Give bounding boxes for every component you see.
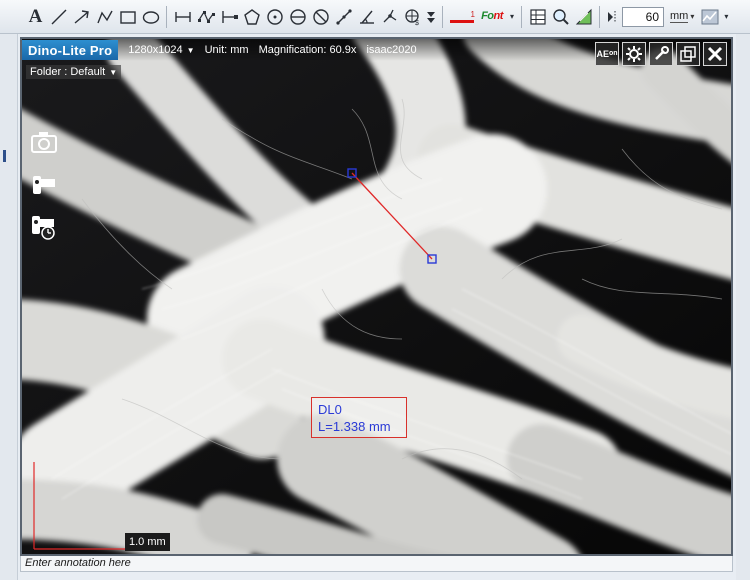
folder-dropdown[interactable]: Folder : Default ▼ — [26, 65, 122, 79]
image-viewer[interactable]: Dino-Lite Pro 1280x1024 ▼ Unit: mm Magni… — [20, 37, 733, 556]
line-width-control[interactable]: 1 — [447, 4, 477, 30]
more-arrow-icon[interactable]: ▾ — [721, 4, 731, 30]
resolution-dropdown[interactable]: 1280x1024 ▼ — [128, 44, 194, 56]
timelapse-icon — [32, 216, 55, 240]
scale-bar-label: 1.0 mm — [125, 533, 170, 551]
right-panel-edge — [736, 34, 750, 580]
folder-label: Folder : Default — [30, 66, 106, 78]
settings-gear-button[interactable] — [622, 42, 646, 66]
chevron-down-icon: ▾ — [690, 12, 695, 21]
export-tool-icon[interactable]: $ — [401, 4, 424, 30]
annotation-input[interactable]: Enter annotation here — [20, 556, 733, 572]
magnifier-icon[interactable] — [549, 4, 572, 30]
wrench-icon — [655, 46, 669, 60]
camera-icon — [31, 132, 57, 153]
circle-tool-icon[interactable] — [263, 4, 286, 30]
toolbar-separator — [521, 5, 522, 28]
toolbar: A $ 1 Fo nt ▾ 60 mm ▾ ▾ — [0, 0, 750, 34]
angle-tool-icon[interactable] — [332, 4, 355, 30]
wrench-button[interactable] — [649, 42, 673, 66]
zoom-ruler-icon — [604, 4, 620, 30]
text-tool-icon[interactable]: A — [24, 4, 47, 30]
toolbar-separator — [166, 5, 167, 28]
gear-icon — [626, 46, 642, 62]
restore-window-icon — [680, 46, 696, 62]
red-line-icon — [450, 19, 474, 23]
connected-line-tool-icon[interactable] — [217, 4, 240, 30]
line-width-value: 1 — [470, 9, 475, 19]
zoom-input[interactable]: 60 — [622, 6, 664, 27]
font-button[interactable]: Fo nt — [477, 4, 507, 30]
video-camera-icon — [33, 176, 55, 194]
arc-tool-icon[interactable] — [309, 4, 332, 30]
polyline-tool-icon[interactable] — [93, 4, 116, 30]
panel-marker — [3, 150, 6, 162]
restore-window-button[interactable] — [676, 42, 700, 66]
timelapse-button[interactable] — [28, 211, 60, 241]
unit-dropdown[interactable]: mm ▾ — [670, 10, 694, 23]
download-arrow-icon[interactable] — [424, 4, 438, 30]
viewer-control-buttons: AE on — [595, 42, 727, 66]
left-panel-edge — [0, 34, 18, 580]
auto-exposure-button[interactable]: AE on — [595, 42, 619, 66]
font-label-part1: Fo — [481, 10, 494, 22]
font-label-part2: nt — [493, 10, 504, 22]
multi-point-tool-icon[interactable] — [194, 4, 217, 30]
center-tool-icon[interactable] — [378, 4, 401, 30]
toolbar-separator — [442, 5, 443, 28]
chart-graph-icon[interactable] — [698, 4, 721, 30]
capture-tools — [28, 127, 60, 241]
unit-info: Unit: mm — [204, 44, 249, 56]
arrow-tool-icon[interactable] — [70, 4, 93, 30]
magnification-info: Magnification: 60.9x — [258, 44, 357, 56]
close-icon — [707, 46, 723, 62]
diameter-circle-tool-icon[interactable] — [286, 4, 309, 30]
rectangle-tool-icon[interactable] — [116, 4, 139, 30]
brand-label: Dino-Lite Pro — [22, 40, 119, 60]
four-point-angle-tool-icon[interactable] — [355, 4, 378, 30]
chevron-down-icon: ▼ — [109, 67, 118, 77]
polygon-tool-icon[interactable] — [240, 4, 263, 30]
chevron-down-icon: ▼ — [186, 45, 195, 55]
ellipse-tool-icon[interactable] — [139, 4, 162, 30]
measurement-name: DL0 — [318, 402, 342, 417]
video-record-button[interactable] — [28, 169, 60, 199]
unit-label: mm — [670, 10, 689, 23]
ae-label-top: AE — [596, 49, 609, 59]
measurement-length: L=1.338 mm — [318, 419, 391, 434]
table-icon[interactable] — [526, 4, 549, 30]
resolution-value: 1280x1024 — [128, 44, 183, 56]
svg-text:$: $ — [415, 20, 419, 27]
ae-label-bottom: on — [608, 50, 618, 57]
user-label: isaac2020 — [366, 44, 417, 56]
close-button[interactable] — [703, 42, 727, 66]
more-arrow-icon[interactable]: ▾ — [507, 4, 517, 30]
microscope-image — [22, 39, 731, 554]
camera-capture-button[interactable] — [28, 127, 60, 157]
calibration-icon[interactable] — [572, 4, 595, 30]
measurement-label[interactable]: DL0 L=1.338 mm — [311, 397, 407, 438]
toolbar-separator — [599, 5, 600, 28]
distance-tool-icon[interactable] — [171, 4, 194, 30]
line-tool-icon[interactable] — [47, 4, 70, 30]
